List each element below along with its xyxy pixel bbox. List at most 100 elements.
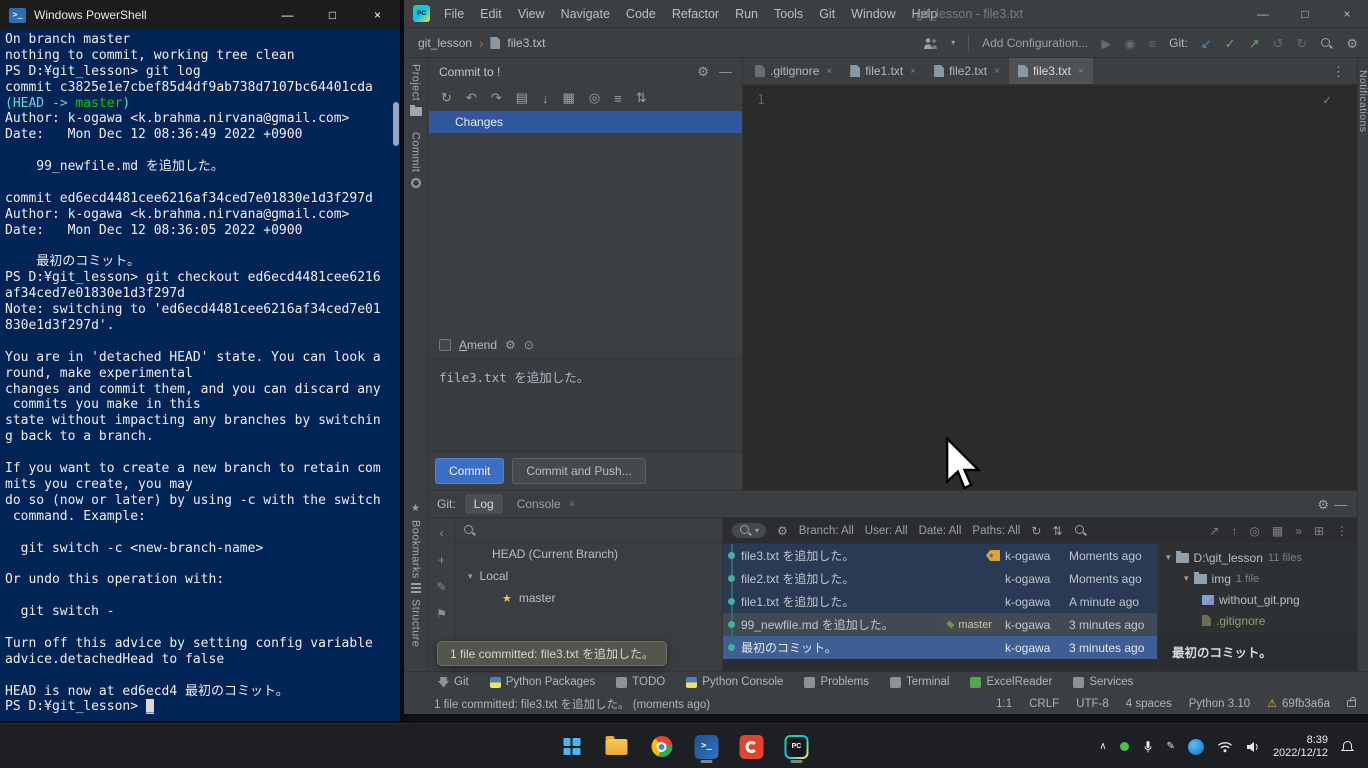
commit-toolbar-icon[interactable]: ↻ <box>441 90 452 106</box>
commit-panel-header[interactable]: Commit to ! ⚙ — <box>429 58 742 85</box>
log-toolbar-icon[interactable]: + <box>438 553 445 567</box>
pen-icon[interactable]: ✎ <box>1167 741 1175 752</box>
toolwindow-button[interactable]: Terminal <box>890 676 949 688</box>
menu-item[interactable]: Edit <box>472 0 510 28</box>
commit-toolbar-icon[interactable]: ⇅ <box>636 90 647 106</box>
branch-master-row[interactable]: ★ master <box>455 587 722 609</box>
indent-setting[interactable]: 4 spaces <box>1126 698 1172 710</box>
taskbar-clock[interactable]: 8:39 2022/12/12 <box>1273 734 1328 760</box>
log-search-combo[interactable]: ▾ <box>732 523 766 538</box>
menu-item[interactable]: File <box>436 0 472 28</box>
toolwindow-button[interactable]: Python Packages <box>490 676 596 688</box>
minimize-button[interactable]: — <box>265 0 310 30</box>
menu-item[interactable]: View <box>510 0 553 28</box>
profiler-icon[interactable]: ≡ <box>1149 37 1157 50</box>
tray-app-icon[interactable] <box>1120 742 1129 751</box>
refresh-icon[interactable]: ↻ <box>1031 524 1041 538</box>
changed-file-row[interactable]: without_git.png <box>1158 589 1357 610</box>
close-button[interactable]: × <box>355 0 400 30</box>
gear-icon[interactable]: ⚙ <box>1317 498 1329 511</box>
close-tab-icon[interactable]: × <box>910 66 916 77</box>
branch-tag[interactable]: master <box>939 618 999 632</box>
close-tab-icon[interactable]: × <box>569 499 575 510</box>
tab-console[interactable]: Console × <box>508 494 584 514</box>
changes-node[interactable]: Changes <box>429 111 742 133</box>
scrollbar-thumb[interactable] <box>393 102 399 146</box>
hide-panel-icon[interactable]: — <box>1334 498 1347 511</box>
maximize-button[interactable]: □ <box>1284 0 1326 28</box>
notification-bell-icon[interactable] <box>1341 740 1354 754</box>
git-rollback-icon[interactable]: ↺ <box>1273 37 1284 50</box>
microphone-icon[interactable] <box>1142 740 1154 754</box>
editor-tab[interactable]: file1.txt × <box>841 58 925 84</box>
close-tab-icon[interactable]: × <box>1078 66 1084 77</box>
amend-checkbox[interactable] <box>439 339 451 351</box>
log-detail-icon[interactable]: ↗ <box>1209 524 1219 538</box>
commit-row[interactable]: file3.txt を追加した。 k-ogawa Moments ago <box>723 544 1157 567</box>
expand-arrow-icon[interactable]: ▾ <box>1184 573 1189 584</box>
log-detail-icon[interactable]: ⊞ <box>1314 524 1324 538</box>
editor-tab[interactable]: file2.txt × <box>925 58 1009 84</box>
commit-row[interactable]: 最初のコミット。 k-ogawa 3 minutes ago <box>723 636 1157 659</box>
expand-arrow-icon[interactable]: ▾ <box>1166 552 1171 563</box>
editor-content[interactable]: 1 ✓ <box>743 85 1357 490</box>
hide-panel-icon[interactable]: — <box>719 65 732 78</box>
file-encoding[interactable]: UTF-8 <box>1076 698 1109 710</box>
commit-toolbar-icon[interactable]: ▦ <box>563 90 575 106</box>
commit-toolbar-icon[interactable]: ↓ <box>542 91 549 106</box>
branch-search-field[interactable] <box>455 518 722 543</box>
chrome-button[interactable] <box>649 730 675 764</box>
menu-item[interactable]: Window <box>843 0 903 28</box>
lock-icon[interactable] <box>1347 700 1356 707</box>
toolwindow-button[interactable]: Git <box>438 676 469 688</box>
search-everywhere-icon[interactable] <box>1320 37 1333 50</box>
toolstripe-project[interactable]: Project <box>404 64 427 116</box>
log-toolbar-icon[interactable]: ✎ <box>436 580 446 594</box>
filter-branch[interactable]: Branch: All <box>799 525 854 537</box>
gear-icon[interactable]: ⚙ <box>505 339 516 351</box>
users-icon[interactable] <box>923 37 938 50</box>
pycharm-taskbar-button[interactable]: PC <box>784 730 810 764</box>
git-commit-icon[interactable]: ✓ <box>1225 37 1236 50</box>
toolwindow-button[interactable]: ExcelReader <box>970 676 1052 688</box>
changed-file-row[interactable]: ▾ D:\git_lesson 11 files <box>1158 547 1357 568</box>
settings-gear-icon[interactable]: ⚙ <box>1346 37 1358 50</box>
log-toolbar-icon[interactable]: ‹ <box>440 526 444 540</box>
menu-item[interactable]: Run <box>727 0 766 28</box>
search-icon[interactable] <box>1074 524 1087 537</box>
run-configuration-select[interactable]: Add Configuration... <box>982 36 1088 50</box>
line-separator[interactable]: CRLF <box>1029 698 1059 710</box>
ide-titlebar[interactable]: PC FileEditViewNavigateCodeRefactorRunTo… <box>404 0 1368 28</box>
toolwindow-button[interactable]: Python Console <box>686 676 783 688</box>
close-tab-icon[interactable]: × <box>826 66 832 77</box>
volume-icon[interactable] <box>1246 741 1260 753</box>
minimize-button[interactable]: — <box>1242 0 1284 28</box>
commit-toolbar-icon[interactable]: ▤ <box>516 90 528 106</box>
filter-user[interactable]: User: All <box>865 525 908 537</box>
commit-and-push-button[interactable]: Commit and Push... <box>512 458 645 484</box>
commit-message-input[interactable]: file3.txt を追加した。 <box>429 358 742 452</box>
breadcrumb-file[interactable]: file3.txt <box>507 36 545 50</box>
git-push-icon[interactable]: ↗ <box>1249 37 1260 50</box>
branch-head-row[interactable]: HEAD (Current Branch) <box>455 543 722 565</box>
wifi-icon[interactable] <box>1217 741 1233 753</box>
start-button[interactable] <box>559 730 585 764</box>
commit-notification-balloon[interactable]: 1 file committed: file3.txt を追加した。 <box>437 641 667 666</box>
edge-icon[interactable] <box>1188 739 1204 755</box>
commit-toolbar-icon[interactable]: ◎ <box>589 90 600 106</box>
terminal-output[interactable]: On branch masternothing to commit, worki… <box>0 30 400 721</box>
gear-icon[interactable]: ⚙ <box>697 65 709 78</box>
match-settings-icon[interactable]: ⚙ <box>777 524 788 538</box>
breadcrumb-project[interactable]: git_lesson <box>418 36 472 50</box>
file-explorer-button[interactable] <box>604 730 630 764</box>
commit-toolbar-icon[interactable]: ≡ <box>614 91 622 106</box>
editor-tab[interactable]: .gitignore × <box>746 58 841 84</box>
commit-row[interactable]: file1.txt を追加した。 k-ogawa A minute ago <box>723 590 1157 613</box>
git-update-icon[interactable]: ↙ <box>1201 37 1212 50</box>
history-clock-icon[interactable]: ⊙ <box>524 339 534 351</box>
filter-paths[interactable]: Paths: All <box>972 525 1020 537</box>
sort-icon[interactable]: ⇅ <box>1052 524 1062 538</box>
toolwindow-button[interactable]: TODO <box>616 676 665 688</box>
chevron-down-icon[interactable]: ▾ <box>951 39 955 47</box>
close-tab-icon[interactable]: × <box>994 66 1000 77</box>
